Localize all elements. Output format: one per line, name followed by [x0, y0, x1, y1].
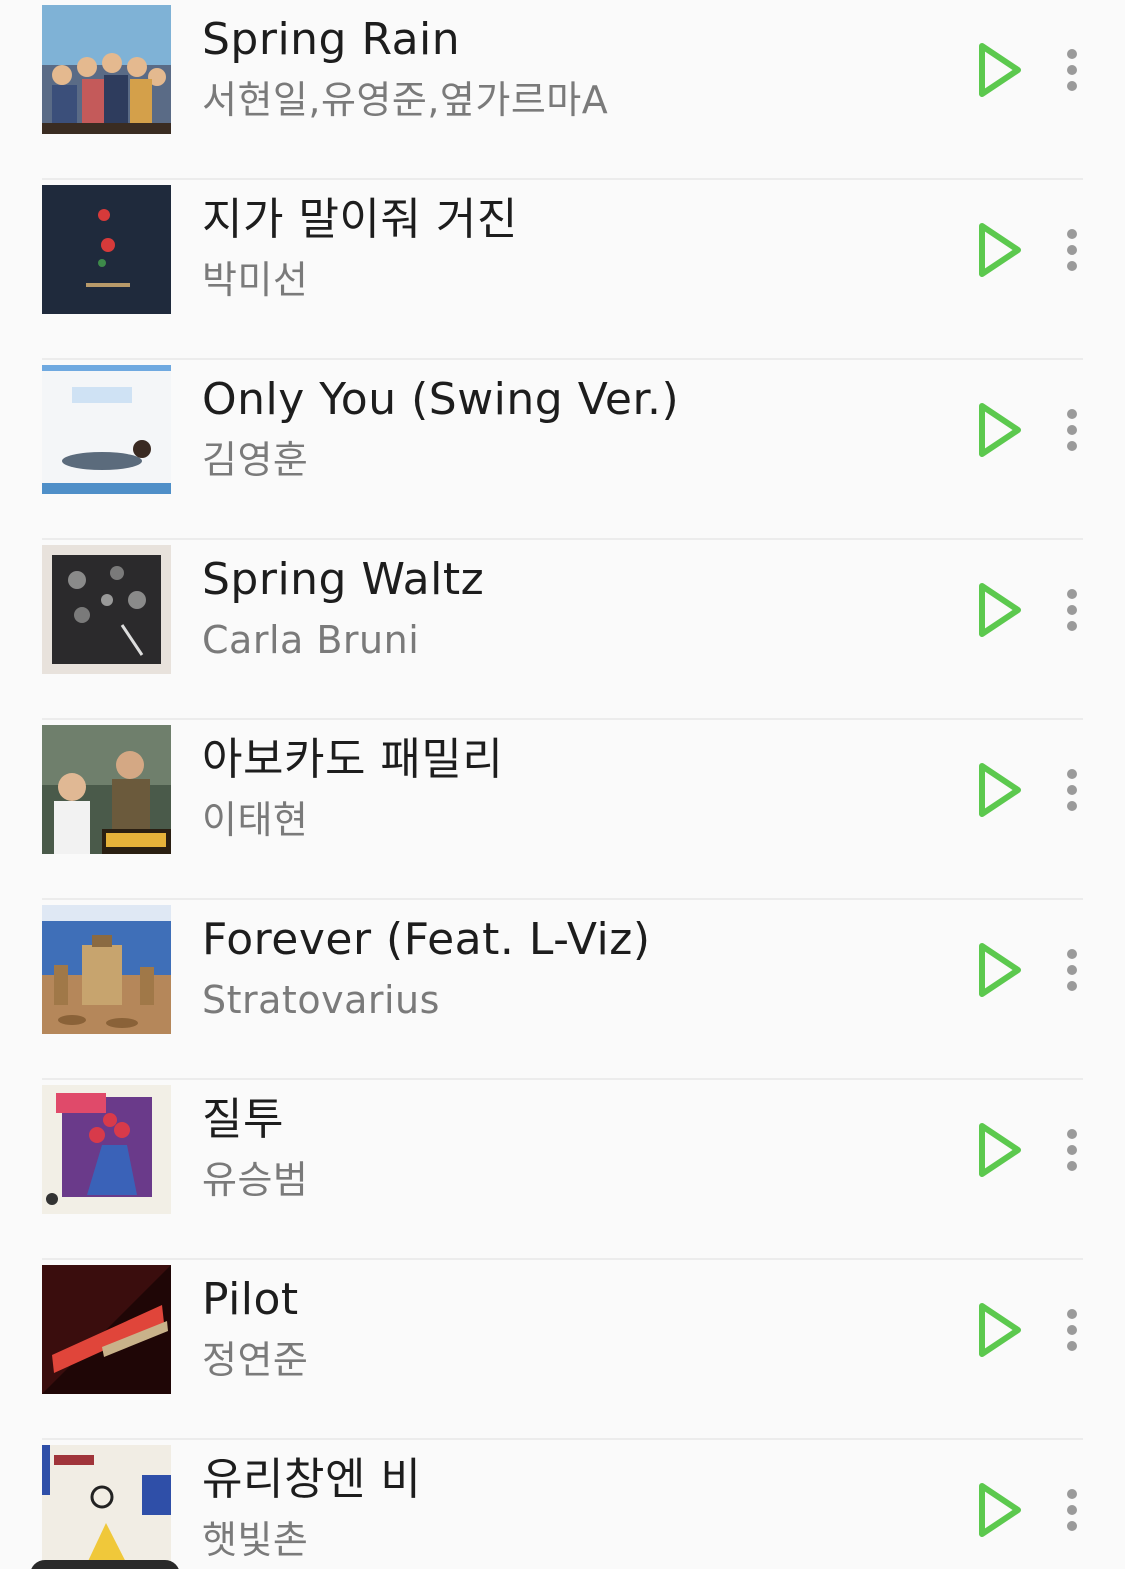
song-list: Spring Rain 서현일,유영준,옆가르마A 지가 말이줘 거진 박미선 … [0, 0, 1125, 1569]
play-button[interactable] [970, 578, 1026, 642]
album-art [42, 5, 171, 134]
more-options-button[interactable] [1052, 760, 1092, 820]
song-title: Forever (Feat. L-Viz) [202, 914, 651, 965]
song-artist: Stratovarius [202, 978, 440, 1022]
play-icon [979, 943, 1021, 997]
list-item[interactable]: 질투 유승범 [0, 1080, 1125, 1260]
play-icon [979, 583, 1021, 637]
more-options-button[interactable] [1052, 1120, 1092, 1180]
more-options-button[interactable] [1052, 1480, 1092, 1540]
play-button[interactable] [970, 218, 1026, 282]
play-icon [979, 223, 1021, 277]
play-button[interactable] [970, 938, 1026, 1002]
more-options-button[interactable] [1052, 940, 1092, 1000]
more-vert-icon [1067, 409, 1077, 451]
more-vert-icon [1067, 229, 1077, 271]
play-button[interactable] [970, 38, 1026, 102]
list-item[interactable]: 유리창엔 비 햇빛촌 [0, 1440, 1125, 1569]
list-item[interactable]: 지가 말이줘 거진 박미선 [0, 180, 1125, 360]
more-vert-icon [1067, 949, 1077, 991]
play-button[interactable] [970, 1118, 1026, 1182]
song-artist: 박미선 [202, 258, 309, 302]
album-art [42, 1085, 171, 1214]
album-art [42, 185, 171, 314]
list-item[interactable]: Pilot 정연준 [0, 1260, 1125, 1440]
list-item[interactable]: Only You (Swing Ver.) 김영훈 [0, 360, 1125, 540]
play-icon [979, 763, 1021, 817]
play-button[interactable] [970, 398, 1026, 462]
song-artist: 정연준 [202, 1338, 309, 1382]
album-art [42, 365, 171, 494]
song-title: Only You (Swing Ver.) [202, 374, 680, 425]
more-vert-icon [1067, 1309, 1077, 1351]
play-button[interactable] [970, 1298, 1026, 1362]
album-art [42, 725, 171, 854]
more-vert-icon [1067, 1489, 1077, 1531]
more-options-button[interactable] [1052, 220, 1092, 280]
song-artist: 서현일,유영준,옆가르마A [202, 78, 609, 122]
song-title: Pilot [202, 1274, 299, 1325]
song-artist: Carla Bruni [202, 618, 420, 662]
list-item[interactable]: 아보카도 패밀리 이태현 [0, 720, 1125, 900]
album-art [42, 1265, 171, 1394]
list-item[interactable]: Forever (Feat. L-Viz) Stratovarius [0, 900, 1125, 1080]
song-title: Spring Waltz [202, 554, 485, 605]
song-title: 질투 [202, 1094, 284, 1145]
list-item[interactable]: Spring Waltz Carla Bruni [0, 540, 1125, 720]
song-title: 아보카도 패밀리 [202, 734, 504, 785]
song-title: 지가 말이줘 거진 [202, 194, 518, 245]
more-options-button[interactable] [1052, 40, 1092, 100]
song-artist: 햇빛촌 [202, 1518, 309, 1562]
more-vert-icon [1067, 589, 1077, 631]
play-icon [979, 1123, 1021, 1177]
album-art [42, 905, 171, 1034]
play-button[interactable] [970, 758, 1026, 822]
song-title: 유리창엔 비 [202, 1454, 422, 1505]
more-vert-icon [1067, 1129, 1077, 1171]
more-vert-icon [1067, 769, 1077, 811]
album-art [42, 545, 171, 674]
play-icon [979, 43, 1021, 97]
list-item[interactable]: Spring Rain 서현일,유영준,옆가르마A [0, 0, 1125, 180]
bottom-bar-handle [30, 1560, 180, 1569]
play-icon [979, 1483, 1021, 1537]
song-artist: 이태현 [202, 798, 309, 842]
song-title: Spring Rain [202, 14, 461, 65]
song-artist: 유승범 [202, 1158, 309, 1202]
more-vert-icon [1067, 49, 1077, 91]
play-icon [979, 1303, 1021, 1357]
song-artist: 김영훈 [202, 438, 309, 482]
album-art [42, 1445, 171, 1569]
more-options-button[interactable] [1052, 1300, 1092, 1360]
more-options-button[interactable] [1052, 400, 1092, 460]
more-options-button[interactable] [1052, 580, 1092, 640]
play-icon [979, 403, 1021, 457]
play-button[interactable] [970, 1478, 1026, 1542]
